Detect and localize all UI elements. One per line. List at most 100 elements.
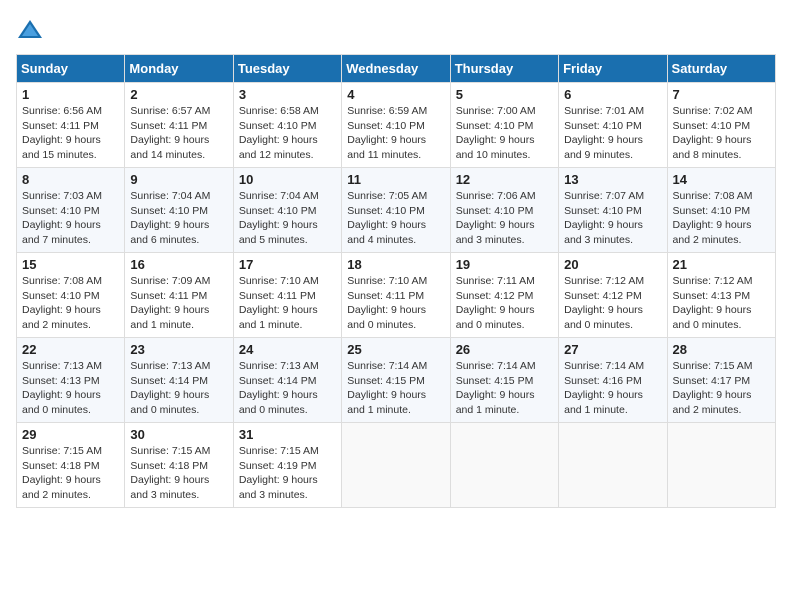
cell-sunset: Sunset: 4:10 PM [456, 120, 534, 132]
cell-daylight: Daylight: 9 hours and 0 minutes. [564, 304, 643, 331]
day-header-friday: Friday [559, 55, 667, 83]
cell-sunset: Sunset: 4:12 PM [564, 290, 642, 302]
cell-daylight: Daylight: 9 hours and 1 minute. [130, 304, 209, 331]
cell-daylight: Daylight: 9 hours and 9 minutes. [564, 134, 643, 161]
cell-sunset: Sunset: 4:10 PM [239, 120, 317, 132]
cell-sunrise: Sunrise: 6:59 AM [347, 105, 427, 117]
cell-sunset: Sunset: 4:19 PM [239, 460, 317, 472]
day-number: 7 [673, 87, 770, 102]
cell-sunrise: Sunrise: 7:10 AM [347, 275, 427, 287]
calendar-cell: 21 Sunrise: 7:12 AM Sunset: 4:13 PM Dayl… [667, 253, 775, 338]
day-header-tuesday: Tuesday [233, 55, 341, 83]
calendar-table: SundayMondayTuesdayWednesdayThursdayFrid… [16, 54, 776, 508]
day-header-thursday: Thursday [450, 55, 558, 83]
day-header-monday: Monday [125, 55, 233, 83]
cell-daylight: Daylight: 9 hours and 1 minute. [564, 389, 643, 416]
calendar-cell: 29 Sunrise: 7:15 AM Sunset: 4:18 PM Dayl… [17, 423, 125, 508]
cell-sunset: Sunset: 4:10 PM [673, 120, 751, 132]
cell-sunset: Sunset: 4:11 PM [22, 120, 99, 132]
day-number: 13 [564, 172, 661, 187]
cell-sunrise: Sunrise: 7:14 AM [347, 360, 427, 372]
calendar-cell: 16 Sunrise: 7:09 AM Sunset: 4:11 PM Dayl… [125, 253, 233, 338]
cell-daylight: Daylight: 9 hours and 0 minutes. [22, 389, 101, 416]
cell-sunrise: Sunrise: 7:13 AM [239, 360, 319, 372]
cell-daylight: Daylight: 9 hours and 0 minutes. [456, 304, 535, 331]
cell-sunset: Sunset: 4:10 PM [673, 205, 751, 217]
cell-sunrise: Sunrise: 7:00 AM [456, 105, 536, 117]
cell-sunset: Sunset: 4:18 PM [22, 460, 100, 472]
cell-sunset: Sunset: 4:10 PM [347, 205, 425, 217]
day-header-wednesday: Wednesday [342, 55, 450, 83]
cell-sunset: Sunset: 4:10 PM [22, 205, 100, 217]
calendar-cell [342, 423, 450, 508]
cell-daylight: Daylight: 9 hours and 6 minutes. [130, 219, 209, 246]
cell-daylight: Daylight: 9 hours and 10 minutes. [456, 134, 535, 161]
cell-sunrise: Sunrise: 7:03 AM [22, 190, 102, 202]
cell-daylight: Daylight: 9 hours and 5 minutes. [239, 219, 318, 246]
cell-sunrise: Sunrise: 7:01 AM [564, 105, 644, 117]
calendar-week-row: 15 Sunrise: 7:08 AM Sunset: 4:10 PM Dayl… [17, 253, 776, 338]
day-number: 4 [347, 87, 444, 102]
calendar-cell [450, 423, 558, 508]
day-header-saturday: Saturday [667, 55, 775, 83]
calendar-cell: 27 Sunrise: 7:14 AM Sunset: 4:16 PM Dayl… [559, 338, 667, 423]
calendar-cell: 19 Sunrise: 7:11 AM Sunset: 4:12 PM Dayl… [450, 253, 558, 338]
calendar-cell: 10 Sunrise: 7:04 AM Sunset: 4:10 PM Dayl… [233, 168, 341, 253]
calendar-cell: 12 Sunrise: 7:06 AM Sunset: 4:10 PM Dayl… [450, 168, 558, 253]
cell-sunrise: Sunrise: 7:08 AM [22, 275, 102, 287]
day-number: 14 [673, 172, 770, 187]
cell-daylight: Daylight: 9 hours and 3 minutes. [456, 219, 535, 246]
calendar-cell: 18 Sunrise: 7:10 AM Sunset: 4:11 PM Dayl… [342, 253, 450, 338]
cell-daylight: Daylight: 9 hours and 0 minutes. [347, 304, 426, 331]
cell-sunrise: Sunrise: 7:12 AM [564, 275, 644, 287]
cell-sunrise: Sunrise: 7:15 AM [22, 445, 102, 457]
calendar-cell [559, 423, 667, 508]
cell-daylight: Daylight: 9 hours and 3 minutes. [564, 219, 643, 246]
cell-daylight: Daylight: 9 hours and 12 minutes. [239, 134, 318, 161]
day-number: 1 [22, 87, 119, 102]
cell-sunset: Sunset: 4:10 PM [564, 205, 642, 217]
cell-daylight: Daylight: 9 hours and 8 minutes. [673, 134, 752, 161]
day-number: 11 [347, 172, 444, 187]
calendar-cell: 17 Sunrise: 7:10 AM Sunset: 4:11 PM Dayl… [233, 253, 341, 338]
cell-sunrise: Sunrise: 7:15 AM [673, 360, 753, 372]
calendar-cell: 1 Sunrise: 6:56 AM Sunset: 4:11 PM Dayli… [17, 83, 125, 168]
cell-sunrise: Sunrise: 7:04 AM [239, 190, 319, 202]
cell-daylight: Daylight: 9 hours and 0 minutes. [130, 389, 209, 416]
calendar-cell: 7 Sunrise: 7:02 AM Sunset: 4:10 PM Dayli… [667, 83, 775, 168]
cell-sunrise: Sunrise: 7:06 AM [456, 190, 536, 202]
cell-sunrise: Sunrise: 7:07 AM [564, 190, 644, 202]
cell-sunset: Sunset: 4:14 PM [130, 375, 208, 387]
cell-sunset: Sunset: 4:11 PM [347, 290, 424, 302]
cell-sunset: Sunset: 4:16 PM [564, 375, 642, 387]
calendar-week-row: 22 Sunrise: 7:13 AM Sunset: 4:13 PM Dayl… [17, 338, 776, 423]
cell-sunset: Sunset: 4:18 PM [130, 460, 208, 472]
cell-daylight: Daylight: 9 hours and 0 minutes. [673, 304, 752, 331]
cell-sunrise: Sunrise: 7:09 AM [130, 275, 210, 287]
calendar-week-row: 1 Sunrise: 6:56 AM Sunset: 4:11 PM Dayli… [17, 83, 776, 168]
cell-sunset: Sunset: 4:15 PM [456, 375, 534, 387]
day-number: 15 [22, 257, 119, 272]
day-number: 30 [130, 427, 227, 442]
cell-sunset: Sunset: 4:10 PM [22, 290, 100, 302]
cell-daylight: Daylight: 9 hours and 11 minutes. [347, 134, 426, 161]
cell-sunset: Sunset: 4:10 PM [347, 120, 425, 132]
day-number: 6 [564, 87, 661, 102]
cell-daylight: Daylight: 9 hours and 0 minutes. [239, 389, 318, 416]
cell-sunrise: Sunrise: 7:15 AM [239, 445, 319, 457]
calendar-cell: 25 Sunrise: 7:14 AM Sunset: 4:15 PM Dayl… [342, 338, 450, 423]
page-header [16, 16, 776, 44]
calendar-cell: 5 Sunrise: 7:00 AM Sunset: 4:10 PM Dayli… [450, 83, 558, 168]
calendar-cell: 28 Sunrise: 7:15 AM Sunset: 4:17 PM Dayl… [667, 338, 775, 423]
cell-daylight: Daylight: 9 hours and 1 minute. [347, 389, 426, 416]
cell-daylight: Daylight: 9 hours and 2 minutes. [22, 304, 101, 331]
calendar-cell: 6 Sunrise: 7:01 AM Sunset: 4:10 PM Dayli… [559, 83, 667, 168]
calendar-cell: 14 Sunrise: 7:08 AM Sunset: 4:10 PM Dayl… [667, 168, 775, 253]
day-number: 17 [239, 257, 336, 272]
calendar-cell: 13 Sunrise: 7:07 AM Sunset: 4:10 PM Dayl… [559, 168, 667, 253]
logo-icon [16, 16, 44, 44]
cell-sunrise: Sunrise: 7:15 AM [130, 445, 210, 457]
cell-daylight: Daylight: 9 hours and 1 minute. [456, 389, 535, 416]
calendar-header-row: SundayMondayTuesdayWednesdayThursdayFrid… [17, 55, 776, 83]
cell-sunrise: Sunrise: 7:05 AM [347, 190, 427, 202]
